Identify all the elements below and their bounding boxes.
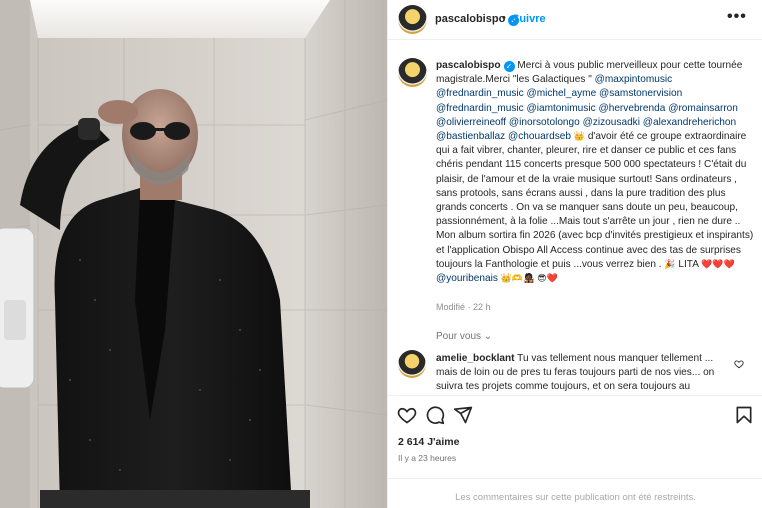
caption-modified: Modifié · 22 h (436, 302, 491, 312)
mention-link[interactable]: @samstonervision (599, 88, 682, 99)
caption-text-segment: d'avoir été ce groupe extraordinaire qui… (436, 131, 754, 270)
caption-body: Merci à vous public merveilleux pour cet… (436, 60, 753, 284)
post-photo[interactable] (0, 0, 387, 508)
mention-link[interactable]: @michel_ayme (526, 88, 596, 99)
mention-link[interactable]: @bastienballaz (436, 131, 505, 142)
emoji: 🎉 (664, 258, 676, 269)
mention-link[interactable]: @frednardin_music (436, 103, 524, 114)
heart-icon[interactable] (397, 405, 417, 425)
comment-text: amelie_bocklant Tu vas tellement nous ma… (436, 352, 732, 395)
emoji: 😎❤️ (537, 273, 558, 284)
photo-illustration (0, 0, 387, 508)
follow-button[interactable]: Suivre (512, 13, 546, 25)
instagram-post: pascalobispo ✓ • Suivre ••• pascalobispo ✓… (0, 0, 762, 508)
action-bar (388, 395, 762, 431)
author-avatar[interactable] (398, 5, 427, 34)
mention-link[interactable]: @romainsarron (668, 103, 738, 114)
mention-link[interactable]: @maxpintomusic (595, 74, 673, 85)
comment-icon[interactable] (425, 405, 445, 425)
comment-heart-icon[interactable] (734, 359, 744, 369)
header-separator: • (502, 12, 506, 24)
mention-link[interactable]: @frednardin_music (436, 88, 524, 99)
caption-author[interactable]: pascalobispo (436, 60, 501, 71)
share-icon[interactable] (453, 405, 473, 425)
more-icon[interactable]: ••• (727, 8, 747, 26)
likes-count[interactable]: 2 614 J'aime (398, 436, 459, 448)
emoji: 👑🫶🧑🏿‍🎤 (500, 273, 535, 284)
author-username[interactable]: pascalobispo ✓ (435, 13, 520, 26)
emoji: 👑 (573, 131, 586, 142)
translation-toggle[interactable]: Pour vous ⌄ (436, 331, 492, 342)
post-timestamp[interactable]: Il y a 23 heures (398, 453, 456, 463)
mention-link[interactable]: @youribenais (436, 273, 498, 284)
comments-area[interactable]: pascalobispo ✓ Merci à vous public mervei… (388, 41, 762, 395)
mention-link[interactable]: @hervebrenda (598, 103, 665, 114)
post-side-panel: pascalobispo ✓ • Suivre ••• pascalobispo ✓… (387, 0, 762, 508)
bookmark-icon[interactable] (734, 405, 754, 425)
mention-link[interactable]: @zizousadki (583, 117, 640, 128)
mention-link[interactable]: @chouardseb (508, 131, 571, 142)
comments-restricted-notice: Les commentaires sur cette publication o… (388, 478, 762, 508)
comment-author[interactable]: amelie_bocklant (436, 353, 515, 364)
caption-text: pascalobispo ✓ Merci à vous public mervei… (436, 59, 754, 286)
mention-link[interactable]: @olivierreineoff (436, 117, 506, 128)
emoji: ❤️❤️❤️ (701, 258, 735, 269)
mention-link[interactable]: @inorsotolongo (509, 117, 580, 128)
verified-icon: ✓ (503, 61, 515, 72)
mention-link[interactable]: @alexandreherichon (643, 117, 736, 128)
comment-avatar[interactable] (398, 350, 426, 378)
caption-avatar[interactable] (398, 58, 427, 87)
caption-text-segment: LITA (675, 258, 702, 270)
post-header: pascalobispo ✓ • Suivre ••• (388, 0, 762, 40)
mention-link[interactable]: @iamtonimusic (526, 103, 595, 114)
